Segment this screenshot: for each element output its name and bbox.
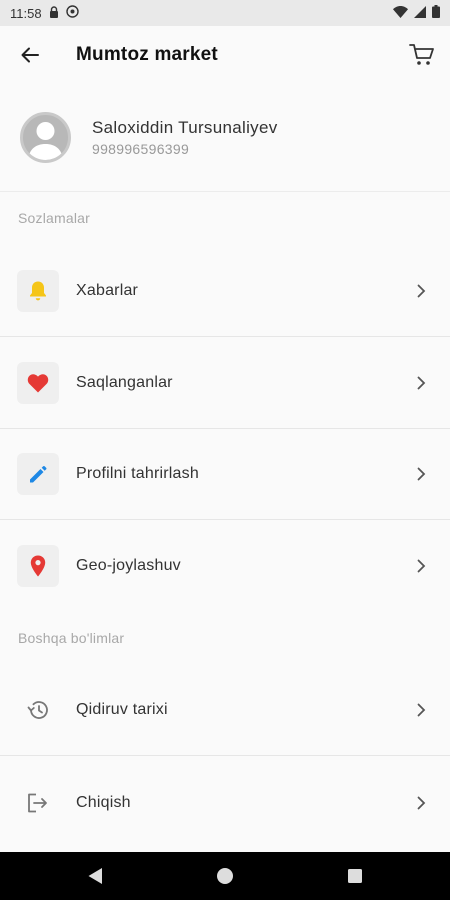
nav-recents-button[interactable] bbox=[290, 852, 420, 900]
chevron-right-icon bbox=[414, 376, 428, 390]
app-bar: Mumtoz market bbox=[0, 26, 450, 84]
signal-icon bbox=[414, 5, 426, 21]
profile-card[interactable]: Saloxiddin Tursunaliyev 998996596399 bbox=[0, 84, 450, 192]
bell-icon bbox=[30, 281, 46, 301]
chevron-right-icon bbox=[414, 703, 428, 717]
pencil-icon bbox=[30, 466, 47, 483]
menu-item-search-history[interactable]: Qidiruv tarixi bbox=[0, 665, 450, 756]
menu-item-saved[interactable]: Saqlanganlar bbox=[0, 338, 450, 429]
user-silhouette-icon bbox=[28, 122, 63, 160]
profile-name: Saloxiddin Tursunaliyev bbox=[92, 118, 278, 137]
chevron-right-icon bbox=[414, 796, 428, 810]
cart-icon bbox=[409, 44, 434, 65]
heart-icon bbox=[27, 374, 49, 393]
menu-item-label: Xabarlar bbox=[76, 282, 139, 299]
circle-home-icon bbox=[217, 868, 233, 884]
chevron-right-icon bbox=[414, 559, 428, 573]
chevron-right-icon bbox=[414, 284, 428, 298]
section-label-settings: Sozlamalar bbox=[18, 210, 91, 226]
nav-back-button[interactable] bbox=[30, 852, 160, 900]
menu-item-geolocation[interactable]: Geo-joylashuv bbox=[0, 520, 450, 611]
sync-icon bbox=[65, 5, 79, 21]
menu-item-logout[interactable]: Chiqish bbox=[0, 757, 450, 848]
battery-icon bbox=[432, 5, 440, 21]
menu-item-label: Saqlanganlar bbox=[76, 374, 173, 391]
page-title: Mumtoz market bbox=[76, 44, 218, 65]
history-icon bbox=[27, 701, 48, 719]
nav-home-button[interactable] bbox=[160, 852, 290, 900]
square-recents-icon bbox=[348, 869, 362, 883]
section-label-other: Boshqa bo'limlar bbox=[18, 630, 125, 646]
menu-item-label: Geo-joylashuv bbox=[76, 556, 181, 574]
wifi-icon bbox=[393, 5, 408, 21]
status-time: 11:58 bbox=[10, 5, 42, 21]
system-nav-bar bbox=[0, 852, 450, 900]
cart-button[interactable] bbox=[394, 26, 450, 84]
menu-item-label: Chiqish bbox=[76, 793, 131, 811]
logout-icon bbox=[28, 793, 47, 812]
profile-phone: 998996596399 bbox=[92, 141, 190, 157]
menu-item-notifications[interactable]: Xabarlar bbox=[0, 246, 450, 337]
menu-item-label: Qidiruv tarixi bbox=[76, 701, 168, 718]
chevron-right-icon bbox=[414, 467, 428, 481]
avatar bbox=[20, 112, 71, 163]
status-bar: 11:58 bbox=[0, 0, 450, 26]
location-pin-icon bbox=[30, 555, 46, 576]
menu-item-edit-profile[interactable]: Profilni tahrirlash bbox=[0, 429, 450, 520]
arrow-left-icon bbox=[21, 47, 39, 63]
menu-item-label: Profilni tahrirlash bbox=[76, 465, 199, 482]
lock-icon bbox=[49, 5, 59, 21]
back-button[interactable] bbox=[0, 26, 60, 84]
triangle-back-icon bbox=[88, 868, 102, 884]
